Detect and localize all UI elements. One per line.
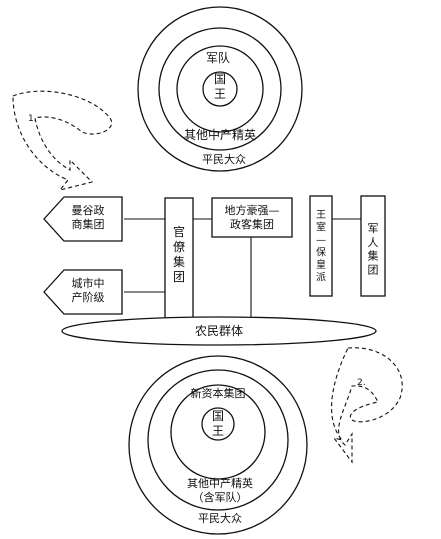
- curved-arrow-shape-2: [331, 347, 403, 464]
- bottom-ring3-label: 平民大众: [198, 511, 242, 525]
- arrow-1-label: 1.: [28, 114, 37, 124]
- bottom-outer-ring: [128, 355, 308, 535]
- bottom-ring2-label: 其他中产精英（含军队）: [187, 476, 253, 504]
- top-ring2-label: 其他中产精英: [184, 127, 256, 142]
- top-ring1-label: 军队: [206, 50, 230, 65]
- dashed-arrow-2: 2.: [331, 347, 403, 464]
- box-military-label: 军人集团: [368, 222, 379, 276]
- arrow-2-label: 2.: [357, 378, 366, 388]
- top-concentric-circles: 国王 军队 其他中产精英 平民大众: [137, 6, 303, 172]
- dashed-arrow-1: 1.: [12, 90, 113, 191]
- middle-structure: 曼谷政商集团 城市中产阶级 官僚集团 地方豪强—政客集团 王室—保皇派 军人集团…: [43, 195, 386, 346]
- bottom-ring1-label: 新资本集团: [191, 386, 246, 400]
- top-center-label: 国王: [214, 72, 226, 101]
- curved-arrow-shape-1: [12, 90, 113, 191]
- ellipse-farmers-label: 农民群体: [195, 324, 243, 338]
- diamond-bangkok-business-label: 曼谷政商集团: [72, 203, 105, 231]
- bottom-concentric-circles: 国王 新资本集团 其他中产精英（含军队） 平民大众: [128, 355, 308, 535]
- box-local-strongmen-label: 地方豪强—政客集团: [225, 203, 280, 231]
- diamond-urban-middle-class-label: 城市中产阶级: [72, 276, 105, 304]
- political-structure-diagram: 国王 军队 其他中产精英 平民大众 1. 曼谷政商集团 城市中产阶级 官僚集团 …: [12, 6, 403, 535]
- top-ring3-label: 平民大众: [202, 152, 246, 166]
- bottom-center-label: 国王: [212, 409, 224, 438]
